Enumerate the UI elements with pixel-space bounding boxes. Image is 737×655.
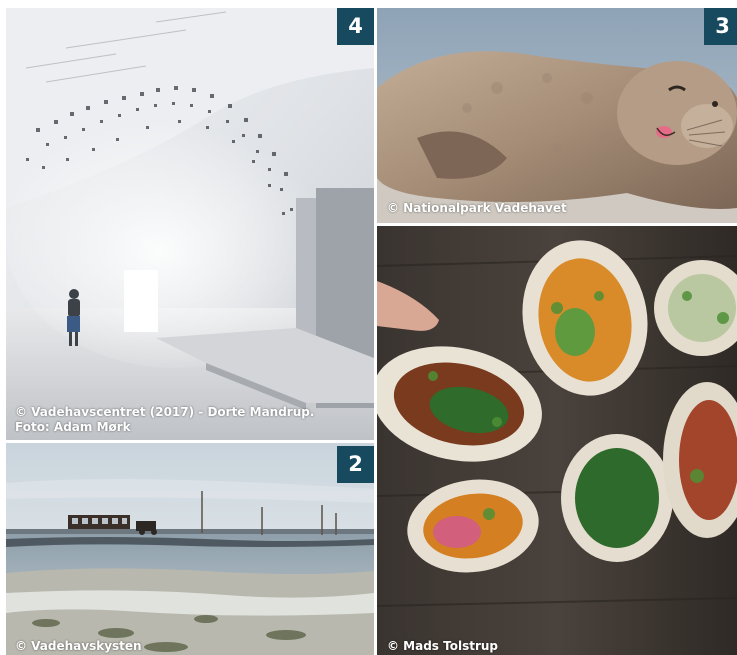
photo-credit-line: © Vadehavscentret (2017) - Dorte Mandrup…: [15, 405, 315, 419]
photo-credit-line: Foto: Adam Mørk: [15, 420, 131, 434]
museum-interior-image: [6, 8, 374, 440]
photo-credit: © Mads Tolstrup: [387, 639, 499, 653]
oysters-photo: © Mads Tolstrup: [377, 226, 737, 655]
tile-number-badge: 2: [337, 446, 374, 483]
museum-interior-photo: 4 © Vadehavscentret (2017) - Dorte Mandr…: [6, 8, 374, 440]
photo-credit: © Vadehavscentret (2017) - Dorte Mandrup…: [15, 405, 314, 435]
tile-number-badge: 4: [337, 8, 374, 45]
photo-credit: © Nationalpark Vadehavet: [387, 201, 567, 215]
tile-number-badge: 3: [704, 8, 737, 45]
photo-credit: © Vadehavskysten: [15, 639, 142, 653]
mudflat-tractor-photo: 2 © Vadehavskysten: [6, 443, 374, 655]
mudflat-image: [6, 443, 374, 655]
seal-image: [377, 8, 737, 223]
seal-photo: 3 © Nationalpark Vadehavet: [377, 8, 737, 223]
oysters-image: [377, 226, 737, 655]
